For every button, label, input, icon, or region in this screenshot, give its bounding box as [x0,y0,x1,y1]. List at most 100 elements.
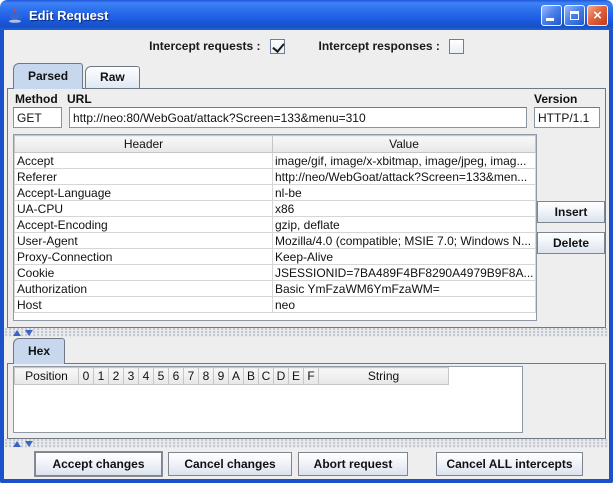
tab-hex[interactable]: Hex [13,338,65,364]
hex-col-header[interactable]: A [229,368,244,385]
collapse-up-icon[interactable] [13,441,21,447]
close-button[interactable]: × [587,5,608,26]
table-row: Proxy-Connection Keep-Alive [15,249,536,265]
value-column-header[interactable]: Value [273,136,536,153]
intercept-options-row: Intercept requests : Intercept responses… [4,30,609,62]
header-cell[interactable]: UA-CPU [15,201,273,217]
parsed-tab-content: Method URL Version He [7,88,606,328]
insert-button[interactable]: Insert [537,201,605,223]
value-cell[interactable]: x86 [273,201,536,217]
value-cell[interactable]: Mozilla/4.0 (compatible; MSIE 7.0; Windo… [273,233,536,249]
string-column-header[interactable]: String [319,368,449,385]
cancel-all-intercepts-button[interactable]: Cancel ALL intercepts [436,452,583,476]
table-row: Referer http://neo/WebGoat/attack?Screen… [15,169,536,185]
header-cell[interactable]: Cookie [15,265,273,281]
split-divider-top[interactable] [5,328,608,337]
close-icon: × [593,8,602,23]
version-field[interactable] [534,107,600,128]
hex-col-header[interactable]: D [274,368,289,385]
row-edit-buttons: Insert Delete [537,134,605,321]
abort-request-button[interactable]: Abort request [298,452,408,476]
request-line-labels: Method URL Version [13,91,600,106]
collapse-up-icon[interactable] [13,330,21,336]
value-cell[interactable]: image/gif, image/x-xbitmap, image/jpeg, … [273,153,536,169]
value-cell[interactable]: nl-be [273,185,536,201]
intercept-responses-label: Intercept responses : [319,39,440,53]
window-title: Edit Request [29,8,539,23]
table-row: User-Agent Mozilla/4.0 (compatible; MSIE… [15,233,536,249]
hex-col-header[interactable]: F [304,368,319,385]
request-tabbed-pane: Parsed Raw Method URL Version [7,62,606,328]
value-cell[interactable]: gzip, deflate [273,217,536,233]
header-cell[interactable]: Accept-Encoding [15,217,273,233]
hex-col-header[interactable]: 1 [94,368,109,385]
header-cell[interactable]: Referer [15,169,273,185]
hex-col-header[interactable]: B [244,368,259,385]
header-column-header[interactable]: Header [15,136,273,153]
value-cell[interactable]: Keep-Alive [273,249,536,265]
table-header-row: Header Value [15,136,536,153]
method-label: Method [13,92,67,106]
value-cell[interactable]: http://neo/WebGoat/attack?Screen=133&men… [273,169,536,185]
hex-col-header[interactable]: 9 [214,368,229,385]
hex-col-header[interactable]: 0 [79,368,94,385]
table-row: Host neo [15,297,536,313]
url-field[interactable] [69,107,527,128]
minimize-button[interactable] [541,5,562,26]
url-label: URL [67,92,534,106]
hex-col-header[interactable]: 3 [124,368,139,385]
hex-table: Position 0 1 2 3 4 5 6 7 8 9 [14,367,449,385]
cancel-changes-button[interactable]: Cancel changes [168,452,292,476]
header-cell[interactable]: Host [15,297,273,313]
header-cell[interactable]: User-Agent [15,233,273,249]
table-row: Accept-Language nl-be [15,185,536,201]
version-label: Version [534,92,600,106]
header-cell[interactable]: Accept-Language [15,185,273,201]
table-row: Accept-Encoding gzip, deflate [15,217,536,233]
titlebar[interactable]: Edit Request × [0,0,613,30]
headers-area: Header Value Accept image/gif, image/x-x… [13,134,600,321]
intercept-responses-checkbox[interactable] [449,39,464,54]
content-tabs: Hex [7,337,606,363]
intercept-requests-label: Intercept requests : [149,39,260,53]
header-cell[interactable]: Proxy-Connection [15,249,273,265]
tab-raw[interactable]: Raw [85,66,140,88]
minimize-icon [546,18,554,21]
header-cell[interactable]: Accept [15,153,273,169]
maximize-button[interactable] [564,5,585,26]
content-tabbed-pane: Hex Position 0 1 2 3 4 5 [7,337,606,439]
method-field[interactable] [13,107,62,128]
split-divider-bottom[interactable] [5,439,608,448]
headers-table-scrollpane: Header Value Accept image/gif, image/x-x… [13,134,537,321]
collapse-down-icon[interactable] [25,330,33,336]
table-row: Authorization Basic YmFzaWM6YmFzaWM= [15,281,536,297]
hex-col-header[interactable]: 8 [199,368,214,385]
headers-table: Header Value Accept image/gif, image/x-x… [14,135,536,313]
dialog-body: Intercept requests : Intercept responses… [0,30,613,483]
request-line-fields [13,107,600,128]
hex-col-header[interactable]: 4 [139,368,154,385]
hex-col-header[interactable]: 7 [184,368,199,385]
hex-col-header[interactable]: C [259,368,274,385]
intercept-requests-checkbox[interactable] [270,39,285,54]
value-cell[interactable]: neo [273,297,536,313]
accept-changes-button[interactable]: Accept changes [35,452,162,476]
request-tabs: Parsed Raw [7,62,606,88]
hex-col-header[interactable]: E [289,368,304,385]
hex-table-scrollpane: Position 0 1 2 3 4 5 6 7 8 9 [13,366,523,433]
table-row: Accept image/gif, image/x-xbitmap, image… [15,153,536,169]
java-cup-icon [7,7,24,24]
edit-request-window: Edit Request × Intercept requests : Inte… [0,0,613,483]
value-cell[interactable]: JSESSIONID=7BA489F4BF8290A4979B9F8A... [273,265,536,281]
table-row: Cookie JSESSIONID=7BA489F4BF8290A4979B9F… [15,265,536,281]
hex-col-header[interactable]: 5 [154,368,169,385]
delete-button[interactable]: Delete [537,232,605,254]
maximize-icon [570,11,579,20]
value-cell[interactable]: Basic YmFzaWM6YmFzaWM= [273,281,536,297]
position-column-header[interactable]: Position [15,368,79,385]
hex-col-header[interactable]: 6 [169,368,184,385]
header-cell[interactable]: Authorization [15,281,273,297]
tab-parsed[interactable]: Parsed [13,63,83,89]
hex-col-header[interactable]: 2 [109,368,124,385]
collapse-down-icon[interactable] [25,441,33,447]
